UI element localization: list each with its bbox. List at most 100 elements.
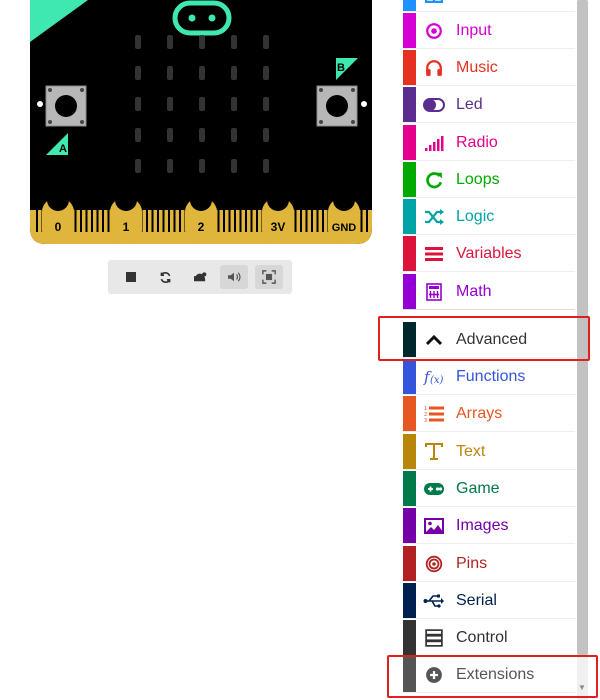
category-label: Arrays <box>456 405 503 422</box>
category-color-bar <box>403 471 416 506</box>
led-4-3[interactable] <box>231 159 237 173</box>
pin-label: 1 <box>123 220 130 234</box>
led-3-0[interactable] <box>135 128 141 142</box>
category-color-bar <box>403 546 416 581</box>
toolbox-category-images[interactable]: Images <box>403 508 575 544</box>
led-1-1[interactable] <box>167 66 173 80</box>
headphones-icon <box>423 57 445 79</box>
category-label: Math <box>456 283 492 300</box>
simulator-toolbar <box>108 260 292 294</box>
toolbox-category-variables[interactable]: Variables <box>403 236 575 272</box>
mute-button[interactable] <box>220 265 249 289</box>
led-0-2[interactable] <box>199 35 205 49</box>
category-color-bar <box>403 583 416 618</box>
category-color-bar <box>403 162 416 197</box>
toggle-icon <box>423 94 445 116</box>
toolbox-category-input[interactable]: Input <box>403 13 575 49</box>
pin-label: 0 <box>55 220 62 234</box>
led-4-4[interactable] <box>263 159 269 173</box>
led-3-1[interactable] <box>167 128 173 142</box>
category-color-bar <box>403 13 416 48</box>
category-label: Music <box>456 59 498 76</box>
category-label: Game <box>456 480 500 497</box>
toolbox-category-control[interactable]: Control <box>403 620 575 656</box>
category-label: Pins <box>456 555 488 572</box>
grid-icon <box>423 0 445 5</box>
toolbox-category-basic[interactable]: Basic <box>403 0 575 12</box>
category-label: Logic <box>456 208 495 225</box>
refresh-icon <box>423 169 445 191</box>
led-2-3[interactable] <box>231 97 237 111</box>
category-color-bar <box>403 87 416 122</box>
led-2-1[interactable] <box>167 97 173 111</box>
led-0-1[interactable] <box>167 35 173 49</box>
toolbox-category-radio[interactable]: Radio <box>403 125 575 161</box>
category-color-bar <box>403 199 416 234</box>
stop-button[interactable] <box>117 265 145 289</box>
stop-icon <box>126 272 137 282</box>
led-0-3[interactable] <box>231 35 237 49</box>
toolbox-category-game[interactable]: Game <box>403 471 575 507</box>
toolbox-category-music[interactable]: Music <box>403 50 575 86</box>
button-a-label: A <box>59 143 67 155</box>
category-label: Images <box>456 517 509 534</box>
pin-label: 3V <box>271 220 286 234</box>
toolbox-category-logic[interactable]: Logic <box>403 199 575 235</box>
pin-label: 2 <box>198 220 205 234</box>
led-1-3[interactable] <box>231 66 237 80</box>
led-4-2[interactable] <box>199 159 205 173</box>
toolbox-category-functions[interactable]: f (x) Functions <box>403 359 575 395</box>
led-4-1[interactable] <box>167 159 173 173</box>
category-color-bar <box>403 396 416 431</box>
calculator-icon <box>423 281 445 303</box>
category-color-bar <box>403 434 416 469</box>
restart-icon <box>160 271 171 283</box>
toolbox-category-loops[interactable]: Loops <box>403 162 575 198</box>
pin-label: GND <box>332 222 357 234</box>
mute-icon <box>228 272 241 282</box>
led-1-2[interactable] <box>199 66 205 80</box>
category-label: Basic <box>456 0 495 3</box>
category-color-bar <box>403 359 416 394</box>
led-3-2[interactable] <box>199 128 205 142</box>
led-3-4[interactable] <box>263 128 269 142</box>
server-icon <box>423 627 445 649</box>
category-color-bar <box>403 236 416 271</box>
fx-icon: f (x) <box>423 366 445 388</box>
toolbox-category-pins[interactable]: Pins <box>403 546 575 582</box>
slow-mo-icon <box>193 272 207 282</box>
button-b-label: B <box>337 62 345 74</box>
text-icon <box>423 441 445 463</box>
led-1-0[interactable] <box>135 66 141 80</box>
image-icon <box>423 515 445 537</box>
toolbox-category-text[interactable]: Text <box>403 434 575 470</box>
svg-text:3: 3 <box>424 418 427 423</box>
category-label: Control <box>456 629 508 646</box>
restart-button[interactable] <box>152 265 180 289</box>
led-2-2[interactable] <box>199 97 205 111</box>
microbit-simulator: A B 0 1 2 3V GND <box>30 0 372 244</box>
toolbox-category-led[interactable]: Led <box>403 87 575 123</box>
screenshot-button[interactable] <box>254 265 283 289</box>
led-2-4[interactable] <box>263 97 269 111</box>
screenshot-icon <box>261 270 276 284</box>
category-color-bar <box>403 620 416 655</box>
led-3-3[interactable] <box>231 128 237 142</box>
toolbox-category-serial[interactable]: Serial <box>403 583 575 619</box>
led-0-0[interactable] <box>135 35 141 49</box>
category-label: Functions <box>456 368 526 385</box>
led-2-0[interactable] <box>135 97 141 111</box>
category-label: Led <box>456 96 483 113</box>
slow-mo-button[interactable] <box>186 265 214 289</box>
radio-target-icon <box>423 20 445 42</box>
led-1-4[interactable] <box>263 66 269 80</box>
list-lines-icon <box>423 243 445 265</box>
toolbox-category-arrays[interactable]: 1 2 3 Arrays <box>403 396 575 432</box>
led-4-0[interactable] <box>135 159 141 173</box>
signal-bars-icon <box>423 132 445 154</box>
led-0-4[interactable] <box>263 35 269 49</box>
category-label: Variables <box>456 245 522 262</box>
toolbox-category-math[interactable]: Math <box>403 274 575 310</box>
category-label: Loops <box>456 171 500 188</box>
category-label: Radio <box>456 134 498 151</box>
